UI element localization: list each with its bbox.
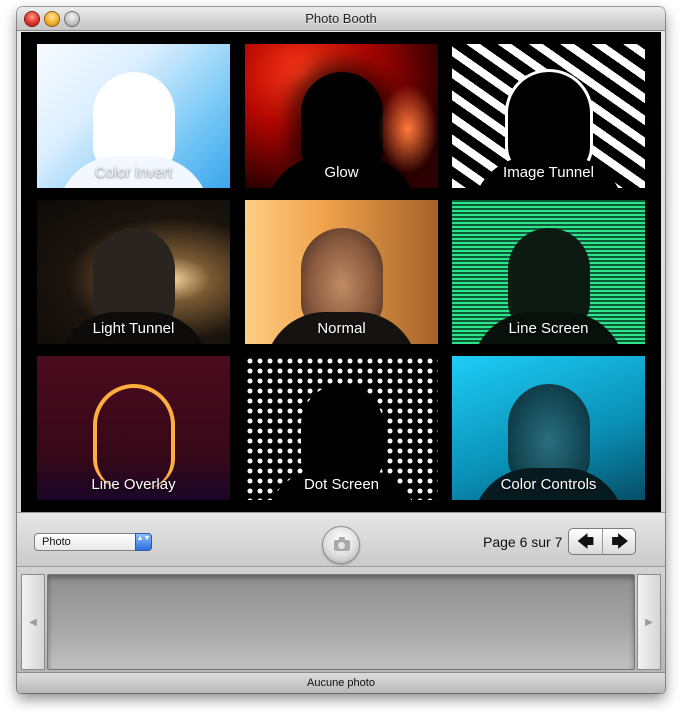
- effect-tile-color-invert[interactable]: Color Invert: [37, 44, 230, 188]
- page-nav: 🡄 🡆: [568, 528, 636, 555]
- camera-icon: [334, 537, 350, 551]
- effect-tile-glow[interactable]: Glow: [245, 44, 438, 188]
- toolbar: Photo ▲▼ Page 6 sur 7 🡄 🡆: [17, 512, 665, 567]
- photo-tray[interactable]: [47, 574, 635, 670]
- take-photo-button[interactable]: [322, 526, 360, 564]
- page-indicator: Page 6 sur 7: [483, 534, 563, 550]
- window-title: Photo Booth: [305, 11, 377, 26]
- arrow-left-icon: 🡄: [576, 532, 595, 551]
- effect-label: Line Screen: [508, 320, 589, 337]
- effect-tile-light-tunnel[interactable]: Light Tunnel: [37, 200, 230, 344]
- triangle-right-icon: ▶: [645, 617, 653, 628]
- effect-tile-dot-screen[interactable]: Dot Screen: [245, 356, 438, 500]
- effect-label: Image Tunnel: [503, 164, 594, 181]
- photo-booth-window: Photo Booth Color Invert Glow Image Tunn…: [17, 7, 665, 693]
- next-page-button[interactable]: 🡆: [603, 529, 635, 554]
- select-arrows-icon: ▲▼: [135, 533, 152, 551]
- effect-tile-line-overlay[interactable]: Line Overlay: [37, 356, 230, 500]
- mode-select[interactable]: Photo ▲▼: [34, 533, 152, 551]
- shelf-scroll-right-button[interactable]: ▶: [637, 574, 661, 670]
- triangle-left-icon: ◀: [29, 617, 37, 628]
- effects-grid: Color Invert Glow Image Tunnel Light Tun…: [21, 32, 661, 512]
- photo-shelf: ◀ ▶: [17, 568, 665, 672]
- effect-label: Color Invert: [94, 164, 173, 181]
- effect-tile-color-controls[interactable]: Color Controls: [452, 356, 645, 500]
- status-bar: Aucune photo: [17, 672, 665, 693]
- effect-tile-image-tunnel[interactable]: Image Tunnel: [452, 44, 645, 188]
- shelf-scroll-left-button[interactable]: ◀: [21, 574, 45, 670]
- effect-label: Normal: [317, 320, 366, 337]
- effect-label: Light Tunnel: [92, 320, 175, 337]
- arrow-right-icon: 🡆: [611, 532, 629, 551]
- title-bar[interactable]: Photo Booth: [17, 7, 665, 31]
- mode-select-value: Photo: [42, 536, 71, 548]
- effect-label: Dot Screen: [303, 476, 380, 493]
- status-text: Aucune photo: [307, 677, 375, 689]
- effect-label: Color Controls: [500, 476, 597, 493]
- previous-page-button[interactable]: 🡄: [569, 529, 603, 554]
- effect-tile-line-screen[interactable]: Line Screen: [452, 200, 645, 344]
- effect-tile-normal[interactable]: Normal: [245, 200, 438, 344]
- effect-label: Line Overlay: [91, 476, 176, 493]
- effect-label: Glow: [324, 164, 359, 181]
